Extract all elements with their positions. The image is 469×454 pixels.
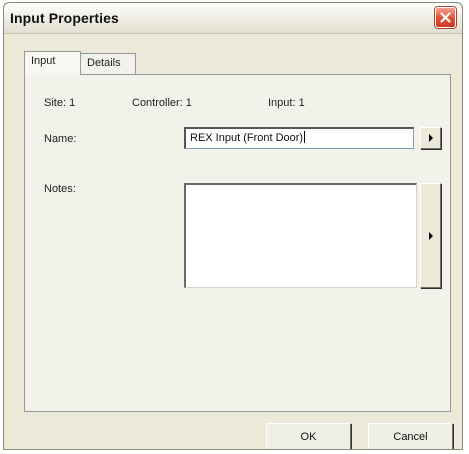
name-label: Name: [44,133,77,145]
notes-textarea[interactable] [184,183,417,288]
cancel-button[interactable]: Cancel [368,423,453,449]
tab-input[interactable]: Input [24,51,81,75]
tab-input-label: Input [31,55,56,67]
title-bar[interactable]: Input Properties [4,3,462,34]
ok-button[interactable]: OK [266,423,351,449]
input-properties-dialog: Input Properties Input Details Site: 1 C… [3,2,463,450]
input-number-label: Input: 1 [268,97,305,109]
name-options-button[interactable] [420,127,441,149]
arrow-right-icon [428,134,433,142]
tab-details[interactable]: Details [80,53,136,74]
cancel-button-label: Cancel [393,430,428,443]
notes-label: Notes: [44,183,76,195]
tab-details-label: Details [87,57,121,69]
arrow-right-icon [428,231,433,240]
window-title: Input Properties [10,10,119,26]
name-field[interactable]: REX Input (Front Door) [184,127,414,149]
site-label: Site: 1 [44,97,76,109]
controller-label: Controller: 1 [132,97,192,109]
notes-options-button[interactable] [420,183,441,288]
text-caret [304,131,306,143]
close-button[interactable] [435,7,456,28]
close-icon [440,12,451,23]
ok-button-label: OK [300,430,317,443]
name-value: REX Input (Front Door) [190,132,304,144]
